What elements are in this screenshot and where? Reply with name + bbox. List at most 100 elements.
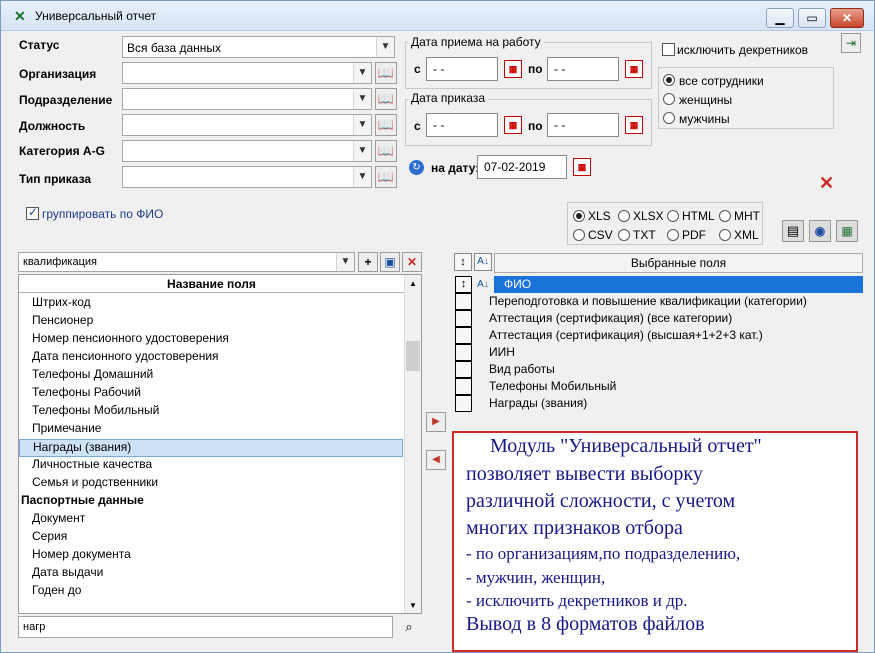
sort-order-icon[interactable]: ↕: [454, 253, 472, 271]
row-sort-icon[interactable]: ↕: [455, 276, 472, 293]
department-label: Подразделение: [19, 93, 113, 107]
format-radio-xlsx[interactable]: [618, 210, 630, 222]
binoculars-search-icon[interactable]: ⌕: [398, 616, 420, 638]
format-radio-mht[interactable]: [719, 210, 731, 222]
row-alpha-icon[interactable]: A↓: [474, 276, 492, 293]
hire-date-from-field[interactable]: - -: [426, 57, 498, 81]
format-radio-xml[interactable]: [719, 229, 731, 241]
category-lookup-book-icon[interactable]: 📖: [375, 140, 397, 162]
selected-field-row[interactable]: Награды (звания): [454, 395, 864, 412]
row-checkbox[interactable]: [455, 378, 472, 395]
on-date-field[interactable]: 07-02-2019: [477, 155, 567, 179]
order-type-combo[interactable]: ▼: [122, 166, 372, 188]
order-date-from-field[interactable]: - -: [426, 113, 498, 137]
row-checkbox[interactable]: [455, 293, 472, 310]
field-list-item[interactable]: Дата выдачи: [19, 565, 103, 583]
field-list-item[interactable]: Примечание: [19, 421, 403, 439]
format-radio-txt[interactable]: [618, 229, 630, 241]
row-checkbox[interactable]: [455, 344, 472, 361]
row-checkbox[interactable]: [455, 327, 472, 344]
clear-x-icon[interactable]: ✕: [819, 173, 834, 194]
calendar-icon[interactable]: ▦: [625, 60, 643, 78]
save-disk-icon[interactable]: ▣: [380, 252, 400, 272]
field-list-item[interactable]: Телефоны Рабочий: [19, 385, 403, 403]
selected-field-row[interactable]: ИИН: [454, 344, 864, 361]
print-tray-icon[interactable]: ▤: [782, 220, 804, 242]
selected-field-row[interactable]: Вид работы: [454, 361, 864, 378]
move-right-arrow-icon[interactable]: ▶: [426, 412, 446, 432]
order-type-lookup-book-icon[interactable]: 📖: [375, 166, 397, 188]
department-lookup-book-icon[interactable]: 📖: [375, 88, 397, 110]
chevron-down-icon[interactable]: ▼: [336, 253, 354, 271]
selected-field-row[interactable]: ↕ A↓ ФИО: [454, 276, 864, 293]
selected-field-row[interactable]: Аттестация (сертификация) (высшая+1+2+3 …: [454, 327, 864, 344]
scroll-down-icon[interactable]: ▼: [409, 601, 417, 610]
field-list-item[interactable]: Пенсионер: [19, 313, 403, 331]
run-report-icon[interactable]: ◉: [809, 220, 831, 242]
gender-radio-all[interactable]: [663, 74, 675, 86]
chevron-down-icon[interactable]: ▼: [353, 141, 371, 161]
category-combo[interactable]: ▼: [122, 140, 372, 162]
selected-field-row[interactable]: Аттестация (сертификация) (все категории…: [454, 310, 864, 327]
gender-radio-men[interactable]: [663, 112, 675, 124]
calendar-icon[interactable]: ▦: [504, 60, 522, 78]
field-list-item[interactable]: Семья и родственники: [19, 475, 403, 493]
field-list-item[interactable]: Награды (звания): [19, 439, 403, 457]
export-excel-icon[interactable]: ▦: [836, 220, 858, 242]
field-search-input[interactable]: нагр: [18, 616, 393, 638]
organization-lookup-book-icon[interactable]: 📖: [375, 62, 397, 84]
vertical-scrollbar[interactable]: ▲ ▼: [404, 275, 421, 613]
department-combo[interactable]: ▼: [122, 88, 372, 110]
calendar-icon[interactable]: ▦: [573, 158, 591, 176]
chevron-down-icon[interactable]: ▼: [353, 63, 371, 83]
format-radio-pdf[interactable]: [667, 229, 679, 241]
maximize-button[interactable]: ▭: [798, 8, 826, 28]
exit-door-icon[interactable]: ⇥: [841, 33, 861, 53]
delete-x-icon[interactable]: ✕: [402, 252, 422, 272]
status-combo[interactable]: Вся база данных ▼: [122, 36, 395, 58]
field-list-item[interactable]: Годен до: [19, 583, 81, 601]
position-combo[interactable]: ▼: [122, 114, 372, 136]
row-checkbox[interactable]: [455, 310, 472, 327]
gender-radio-women[interactable]: [663, 93, 675, 105]
row-checkbox[interactable]: [455, 361, 472, 378]
calendar-icon[interactable]: ▦: [504, 116, 522, 134]
field-list-item[interactable]: Серия: [19, 529, 67, 547]
order-date-to-field[interactable]: - -: [547, 113, 619, 137]
sort-alpha-icon[interactable]: A↓: [474, 253, 492, 271]
add-plus-icon[interactable]: +: [358, 252, 378, 272]
selected-field-row[interactable]: Телефоны Мобильный: [454, 378, 864, 395]
field-list-item[interactable]: Номер пенсионного удостоверения: [19, 331, 403, 349]
format-radio-html[interactable]: [667, 210, 679, 222]
format-radio-csv[interactable]: [573, 229, 585, 241]
chevron-down-icon[interactable]: ▼: [353, 167, 371, 187]
row-checkbox[interactable]: [455, 395, 472, 412]
field-list-item[interactable]: Телефоны Мобильный: [19, 403, 403, 421]
field-list-item[interactable]: Штрих-код: [19, 295, 403, 313]
move-left-arrow-icon[interactable]: ◀: [426, 450, 446, 470]
field-list-item[interactable]: Номер документа: [19, 547, 131, 565]
field-filter-combo[interactable]: квалификация ▼: [18, 252, 355, 272]
chevron-down-icon[interactable]: ▼: [353, 89, 371, 109]
field-list-item[interactable]: Телефоны Домашний: [19, 367, 403, 385]
selected-field-row[interactable]: Переподготовка и повышение квалификации …: [454, 293, 864, 310]
chevron-down-icon[interactable]: ▼: [376, 37, 394, 57]
group-by-fio-checkbox[interactable]: [26, 205, 39, 220]
hire-date-to-field[interactable]: - -: [547, 57, 619, 81]
position-lookup-book-icon[interactable]: 📖: [375, 114, 397, 136]
field-list-item[interactable]: Личностные качества: [19, 457, 403, 475]
close-button[interactable]: ✕: [830, 8, 864, 28]
format-radio-xls[interactable]: [573, 210, 585, 222]
field-group-header[interactable]: Паспортные данные: [19, 493, 144, 511]
window-title: Универсальный отчет: [35, 9, 157, 23]
scroll-thumb[interactable]: [406, 341, 420, 371]
field-list-item[interactable]: Документ: [19, 511, 85, 529]
minimize-button[interactable]: ▁: [766, 8, 794, 28]
calendar-icon[interactable]: ▦: [625, 116, 643, 134]
refresh-icon[interactable]: ↻: [409, 160, 424, 175]
organization-combo[interactable]: ▼: [122, 62, 372, 84]
chevron-down-icon[interactable]: ▼: [353, 115, 371, 135]
field-list-item[interactable]: Дата пенсионного удостоверения: [19, 349, 403, 367]
exclude-maternity-checkbox[interactable]: [662, 43, 675, 56]
scroll-up-icon[interactable]: ▲: [409, 279, 417, 288]
